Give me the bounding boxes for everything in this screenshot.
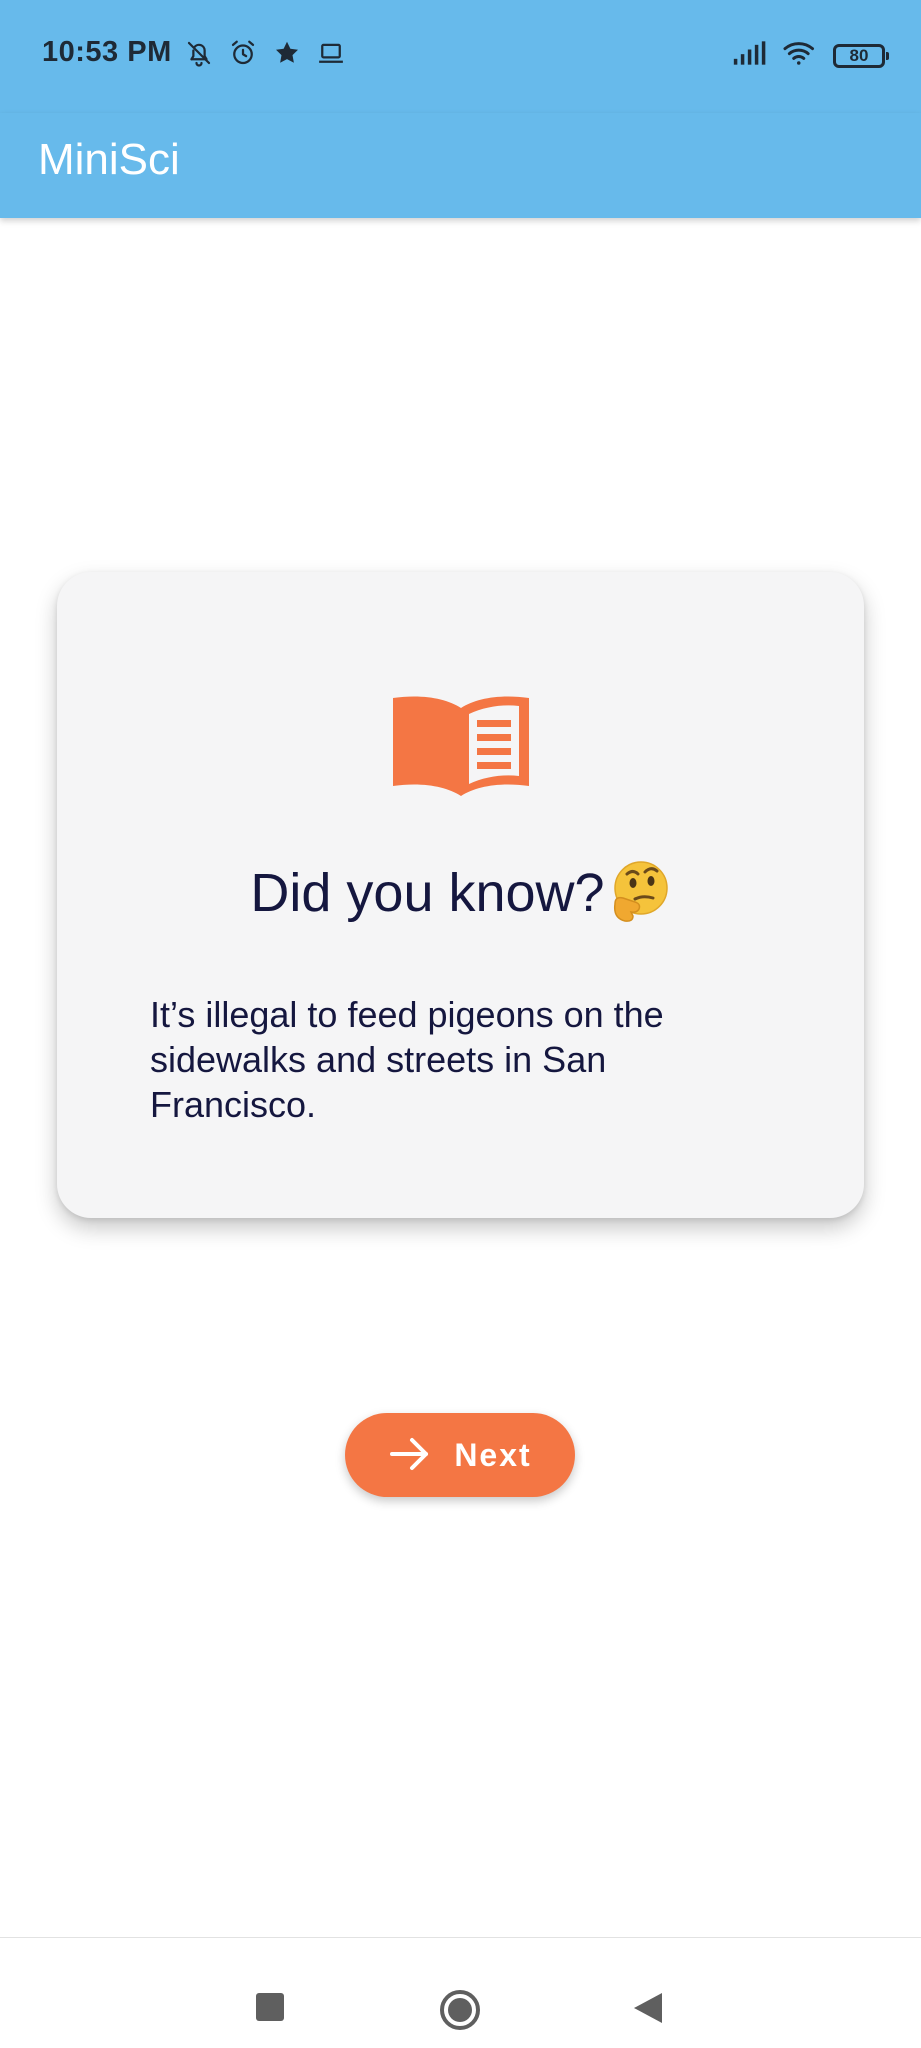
card-title-text: Did you know? [250, 863, 605, 923]
signal-icon [731, 39, 767, 72]
alarm-icon [228, 38, 258, 68]
open-book-icon [391, 690, 531, 800]
status-bar: 10:53 PM 80 [0, 0, 921, 113]
fact-card: Did you know? It’s illegal to feed pigeo… [57, 572, 864, 1218]
laptop-icon [316, 38, 346, 68]
notifications-off-icon [184, 38, 214, 68]
thinking-face-emoji [607, 860, 671, 924]
home-button[interactable] [440, 1990, 480, 2030]
card-title: Did you know? [57, 860, 864, 924]
app-title: MiniSci [38, 135, 180, 184]
star-icon [272, 38, 302, 68]
next-button-label: Next [454, 1436, 532, 1473]
status-time: 10:53 PM [42, 36, 172, 68]
nav-bar [0, 1938, 921, 2048]
wifi-icon [781, 38, 819, 73]
app-bar: MiniSci [0, 113, 921, 218]
arrow-right-icon [388, 1434, 454, 1477]
battery-icon: 80 [833, 43, 889, 68]
card-body: It’s illegal to feed pigeons on the side… [150, 994, 664, 1125]
next-button[interactable]: Next [345, 1413, 575, 1497]
status-icons-right: 80 [731, 38, 889, 73]
status-icons-left [184, 38, 346, 68]
recents-button[interactable] [256, 1993, 284, 2021]
back-button[interactable] [634, 1993, 662, 2023]
battery-level: 80 [849, 45, 869, 65]
